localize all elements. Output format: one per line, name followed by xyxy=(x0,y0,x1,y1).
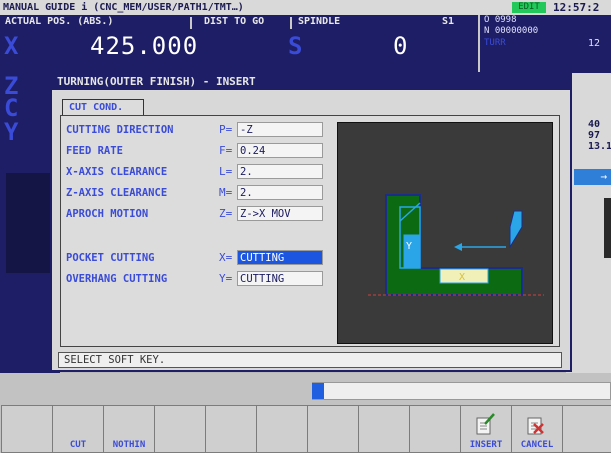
row-label-pocket-cutting: POCKET CUTTING xyxy=(66,252,155,264)
dialog-title: TURNING(OUTER FINISH) - INSERT xyxy=(52,74,570,90)
softkey-cancel[interactable]: CANCEL xyxy=(511,405,563,453)
z-clearance-field[interactable]: 2. xyxy=(237,185,323,200)
insert-dialog: TURNING(OUTER FINISH) - INSERT CUT COND.… xyxy=(50,72,572,372)
softkey-label: CANCEL xyxy=(520,440,554,450)
softkey-label: NOTHIN xyxy=(112,440,146,450)
o-number: O 0998 xyxy=(484,15,517,25)
row-letter: Y= xyxy=(219,272,233,285)
mode-badge: EDIT xyxy=(512,2,546,13)
softkey-blank[interactable] xyxy=(1,405,53,453)
x-clearance-field[interactable]: 2. xyxy=(237,164,323,179)
turret-value: 12 xyxy=(588,38,601,49)
tab-cut-cond[interactable]: CUT COND. xyxy=(62,99,144,115)
app-title: MANUAL GUIDE i (CNC_MEM/USER/PATH1/TMT…) xyxy=(3,2,244,13)
approach-motion-field[interactable]: Z->X MOV xyxy=(237,206,323,221)
header-divider xyxy=(290,17,292,29)
row-letter: F= xyxy=(219,144,233,157)
row-label-overhang-cutting: OVERHANG CUTTING xyxy=(66,273,168,285)
insert-icon xyxy=(476,413,495,435)
feed-rate-field[interactable]: 0.24 xyxy=(237,143,323,158)
cut-cond-panel: CUTTING DIRECTION P= -Z FEED RATE F= 0.2… xyxy=(60,115,560,347)
axis-x-letter: X xyxy=(4,32,19,60)
right-strip-dark xyxy=(604,198,611,258)
spindle-label: SPINDLE xyxy=(298,16,341,27)
tool-insert xyxy=(509,210,523,249)
softkey-blank[interactable] xyxy=(256,405,308,453)
softkey-blank[interactable] xyxy=(562,405,611,453)
row-letter: L= xyxy=(219,165,233,178)
y-marker: Y xyxy=(406,241,412,252)
softkey-nothin[interactable]: NOTHIN xyxy=(103,405,155,453)
spindle-value: 0 xyxy=(393,32,409,60)
row-label-cutting-direction: CUTTING DIRECTION xyxy=(66,124,174,136)
row-letter: P= xyxy=(219,123,233,136)
softkey-insert[interactable]: INSERT xyxy=(460,405,512,453)
row-letter: X= xyxy=(219,251,233,264)
turret-label: TURR xyxy=(484,38,506,48)
row-letter: Z= xyxy=(219,207,233,220)
softkey-blank[interactable] xyxy=(409,405,461,453)
softkey-blank[interactable] xyxy=(358,405,410,453)
right-value-2: 97 xyxy=(588,130,601,141)
softkey-label: CUT xyxy=(69,440,87,450)
dialog-body: CUT COND. CUTTING DIRECTION P= -Z FEED R… xyxy=(52,90,570,370)
softkey-cut[interactable]: CUT xyxy=(52,405,104,453)
row-letter: M= xyxy=(219,186,233,199)
row-label-z-clearance: Z-AXIS CLEARANCE xyxy=(66,187,168,199)
message-bar: SELECT SOFT KEY. xyxy=(58,352,562,368)
x-marker: X xyxy=(459,272,465,283)
softkey-blank[interactable] xyxy=(205,405,257,453)
right-info-strip: 40 97 13.1 → xyxy=(566,73,611,373)
n-number: N 00000000 xyxy=(484,26,539,36)
right-arrow-icon: → xyxy=(574,169,611,185)
toolpath-preview: Y X xyxy=(337,122,553,344)
row-label-x-clearance: X-AXIS CLEARANCE xyxy=(66,166,168,178)
right-value-1: 40 xyxy=(588,119,601,130)
clock: 12:57:2 xyxy=(553,1,600,14)
row-label-approach-motion: APROCH MOTION xyxy=(66,208,149,220)
row-label-feed-rate: FEED RATE xyxy=(66,145,123,157)
header-divider xyxy=(478,15,480,73)
spindle-id: S1 xyxy=(442,16,455,27)
toolpath-graphic: Y X xyxy=(368,194,544,296)
cancel-icon xyxy=(527,417,544,435)
header-divider xyxy=(190,17,192,29)
axis-y-letter: Y xyxy=(4,118,19,146)
axis-panel-shade xyxy=(6,173,50,273)
position-header: ACTUAL POS. (ABS.) DIST TO GO SPINDLE S1… xyxy=(0,15,611,73)
softkey-label: INSERT xyxy=(469,440,503,450)
spindle-letter: S xyxy=(288,32,303,60)
pocket-cutting-field[interactable]: CUTTING xyxy=(237,250,323,265)
overhang-cutting-field[interactable]: CUTTING xyxy=(237,271,323,286)
right-value-3: 13.1 xyxy=(588,141,611,152)
dist-to-go-label: DIST TO GO xyxy=(204,16,265,27)
actual-pos-label: ACTUAL POS. (ABS.) xyxy=(5,16,114,27)
softkey-blank[interactable] xyxy=(154,405,206,453)
approach-arrow-head xyxy=(454,243,462,251)
progress-fill xyxy=(312,383,324,399)
softkey-blank[interactable] xyxy=(307,405,359,453)
axis-x-value: 425.000 xyxy=(90,32,199,60)
progress-bar xyxy=(312,382,611,400)
cutting-direction-field[interactable]: -Z xyxy=(237,122,323,137)
